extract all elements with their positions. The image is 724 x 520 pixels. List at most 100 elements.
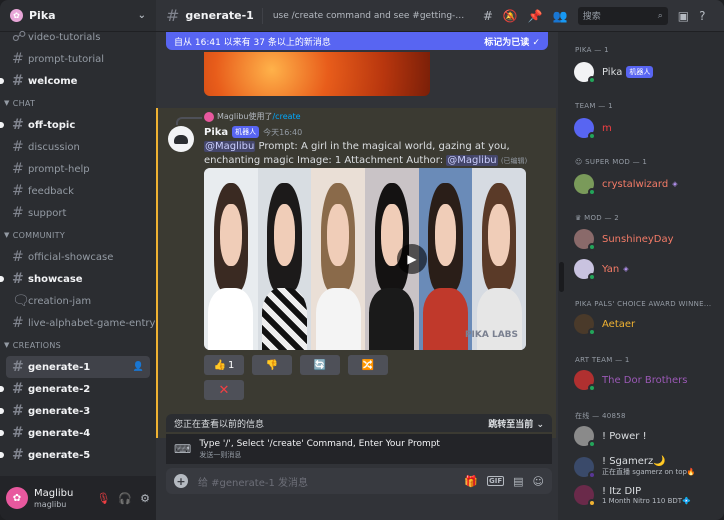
avatar[interactable]: ✿: [6, 487, 28, 509]
delete-button[interactable]: ✕: [204, 380, 244, 400]
member-aetaer[interactable]: Aetaer: [574, 314, 722, 336]
forum-icon: 🗨: [12, 293, 30, 309]
channel-topic[interactable]: use /create command and see #getting-sta…: [273, 11, 469, 21]
play-button[interactable]: ▶: [397, 244, 427, 274]
remix-button[interactable]: 🔀: [348, 355, 388, 375]
member-pika[interactable]: Pika 机器人: [574, 62, 722, 84]
channel-generate-3[interactable]: # generate-3: [0, 400, 150, 422]
mic-muted-icon[interactable]: 🎙: [96, 492, 110, 505]
previous-image-attachment[interactable]: [204, 52, 430, 96]
watermark-label: PIKA LABS: [464, 330, 518, 340]
command-hint-bar[interactable]: ⌨ Type '/', Select '/create' Command, En…: [166, 434, 552, 464]
reply-command[interactable]: /create: [272, 112, 300, 121]
hash-icon: #: [12, 161, 24, 177]
user-tag: maglibu: [34, 499, 67, 509]
member-sunshineyday[interactable]: SunshineyDay: [574, 229, 722, 251]
gear-icon[interactable]: ⚙: [140, 492, 150, 505]
message-author[interactable]: Pika: [204, 127, 228, 138]
portrait-clothes: [261, 288, 308, 350]
threads-icon[interactable]: #: [483, 9, 493, 23]
member-crystalwizard[interactable]: crystalwizard ◈: [574, 174, 722, 196]
search-input[interactable]: 搜索 ⌕: [577, 6, 668, 25]
status-online-icon: [588, 132, 596, 140]
user-mention[interactable]: @Maglibu: [204, 141, 256, 152]
gift-icon[interactable]: 🎁: [464, 475, 478, 488]
help-icon[interactable]: ?: [699, 9, 705, 23]
avatar: [574, 456, 596, 479]
portrait-clothes: [315, 288, 361, 350]
message-input-placeholder: 给 #generate-1 发消息: [198, 477, 309, 489]
add-attachment-icon[interactable]: +: [174, 474, 188, 488]
role-icon: ♛: [575, 214, 585, 222]
pin-icon[interactable]: 📌: [528, 9, 543, 23]
member-name: SunshineyDay: [602, 233, 674, 245]
member-sgamerz[interactable]: ! Sgamerz🌙 正在直播 sgamerz on top🔥: [574, 456, 722, 479]
member-m[interactable]: m: [574, 118, 722, 140]
role-header-mod: ♛ MOD — 2: [575, 214, 715, 222]
channel-generate-5[interactable]: # generate-5: [0, 444, 150, 466]
channel-prompt-help[interactable]: # prompt-help: [6, 158, 150, 180]
member-name: Aetaer: [602, 318, 636, 330]
discord-window: ✿ Pika ⌄ ☍ video-tutorials # prompt-tuto…: [0, 0, 724, 520]
avatar[interactable]: [168, 126, 194, 152]
channel-feedback[interactable]: # feedback: [6, 180, 150, 202]
members-icon[interactable]: 👥: [553, 9, 568, 23]
user-mention[interactable]: @Maglibu: [446, 155, 498, 166]
channel-welcome[interactable]: # welcome: [0, 70, 150, 92]
hash-icon: #: [12, 447, 24, 463]
emoji-icon[interactable]: ☺: [533, 475, 544, 488]
channel-generate-2[interactable]: # generate-2: [0, 378, 150, 400]
video-attachment[interactable]: ▶ PIKA LABS: [204, 168, 526, 350]
search-placeholder: 搜索: [582, 12, 601, 22]
member-itz-dip[interactable]: ! Itz DIP 1 Month Nitro 110 BDT💠: [574, 485, 722, 507]
channel-label: generate-4: [28, 427, 91, 439]
thumbs-down-button[interactable]: 👎: [252, 355, 292, 375]
member-name: crystalwizard: [602, 178, 669, 190]
channel-video-tutorials[interactable]: ☍ video-tutorials: [6, 26, 150, 48]
channel-prompt-tutorial[interactable]: # prompt-tutorial: [6, 48, 150, 70]
channel-off-topic[interactable]: # off-topic: [0, 114, 150, 136]
chat-scrollbar[interactable]: [558, 32, 566, 520]
notification-bell-muted-icon[interactable]: 🔕: [503, 9, 518, 23]
thumbs-up-button[interactable]: 👍 1: [204, 355, 244, 375]
member-power[interactable]: ! Power !: [574, 426, 722, 448]
user-info[interactable]: Maglibu maglibu: [34, 488, 73, 509]
channel-live-alphabet-game-entry[interactable]: # live-alphabet-game-entry: [6, 312, 155, 334]
member-yan[interactable]: Yan ◈: [574, 259, 722, 281]
headphones-icon[interactable]: 🎧: [118, 492, 132, 505]
channel-creation-jam[interactable]: 🗨 creation-jam: [6, 290, 150, 312]
channel-sidebar: ✿ Pika ⌄ ☍ video-tutorials # prompt-tuto…: [0, 0, 156, 520]
play-icon: ▶: [407, 252, 417, 266]
member-name: ! Power !: [602, 430, 647, 442]
category-chat[interactable]: ▼ CHAT: [0, 92, 156, 114]
category-creations[interactable]: ▼ CREATIONS: [0, 334, 156, 356]
channel-label: prompt-tutorial: [28, 53, 105, 65]
channel-generate-1[interactable]: # generate-1 👤: [6, 356, 150, 378]
mark-as-read-button[interactable]: 标记为已读 ✓: [484, 35, 540, 48]
channel-discussion[interactable]: # discussion: [6, 136, 150, 158]
gif-icon[interactable]: GIF: [486, 476, 505, 486]
hash-icon: #: [12, 205, 24, 221]
hash-icon: #: [12, 51, 24, 67]
unread-indicator: [0, 452, 4, 458]
channel-showcase[interactable]: # showcase: [0, 268, 150, 290]
channel-generate-4[interactable]: # generate-4: [0, 422, 150, 444]
member-the-dor-brothers[interactable]: The Dor Brothers: [574, 370, 722, 392]
status-online-icon: [588, 188, 596, 196]
category-community[interactable]: ▼ COMMUNITY: [0, 224, 156, 246]
message-input[interactable]: + 给 #generate-1 发消息 🎁 GIF ▤ ☺: [166, 468, 552, 494]
category-label: CREATIONS: [12, 340, 62, 350]
inbox-icon[interactable]: ▣: [678, 9, 689, 23]
member-list: PIKA — 1 Pika 机器人 TEAM — 1 m ☺ SUPER MOD…: [566, 32, 724, 520]
add-member-icon[interactable]: 👤: [133, 362, 144, 372]
chat-area: 自从 16:41 以来有 37 条以上的新消息 标记为已读 ✓ Maglibu使…: [156, 32, 558, 520]
chevron-down-icon[interactable]: ⌄: [138, 10, 146, 21]
regenerate-button[interactable]: 🔄: [300, 355, 340, 375]
scrollbar-thumb[interactable]: [559, 262, 564, 292]
channel-support[interactable]: # support: [6, 202, 150, 224]
new-messages-bar[interactable]: 自从 16:41 以来有 37 条以上的新消息 标记为已读 ✓: [166, 32, 548, 50]
jump-to-present-button[interactable]: 跳转至当前 ⌄: [488, 417, 544, 430]
channel-official-showcase[interactable]: # official-showcase: [6, 246, 150, 268]
command-reply-context[interactable]: Maglibu使用了 /create: [176, 111, 301, 125]
sticker-icon[interactable]: ▤: [513, 475, 523, 488]
